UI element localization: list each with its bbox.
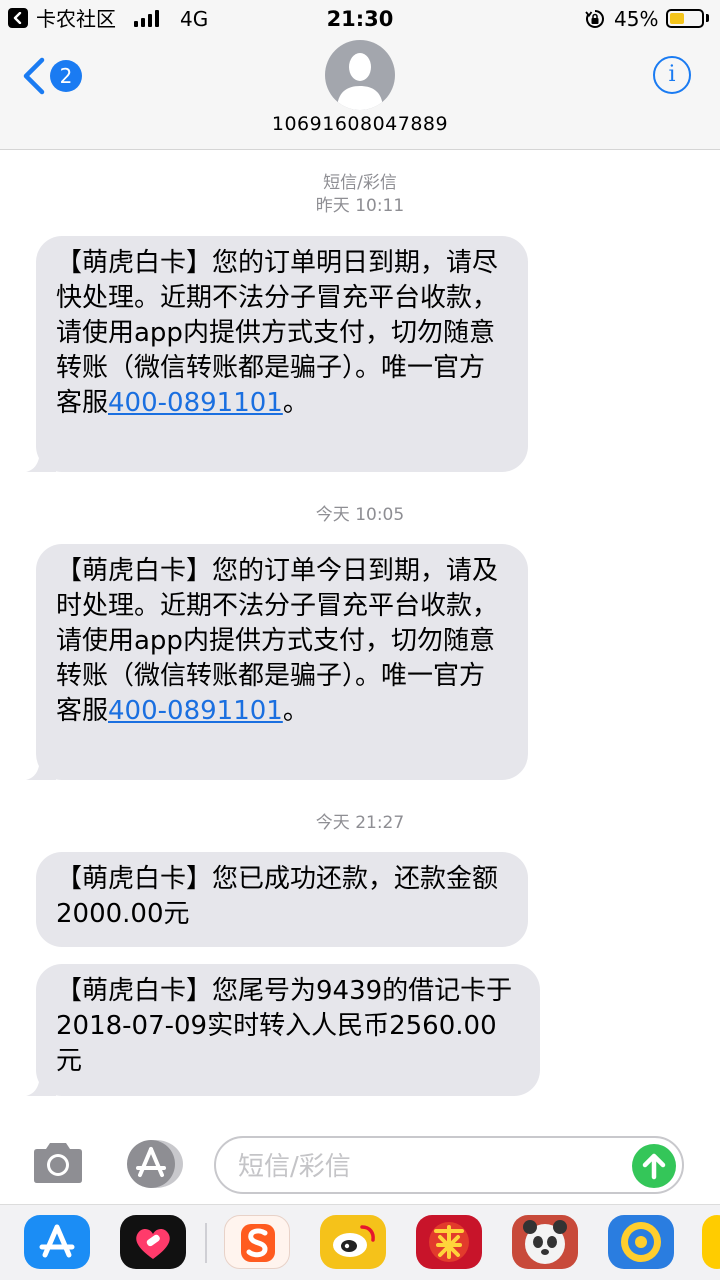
message-bubble[interactable]: 【萌虎白卡】您尾号为9439的借记卡于2018-07-09实时转入人民币2560… — [26, 964, 540, 1096]
message-bubble[interactable]: 【萌虎白卡】您的订单今日到期，请及时处理。近期不法分子冒充平台收款，请使用app… — [26, 544, 528, 780]
composer-bar: 短信/彩信 — [0, 1128, 720, 1204]
message-text: 【萌虎白卡】您尾号为9439的借记卡于2018-07-09实时转入人民币2560… — [56, 976, 513, 1076]
bubble-tail — [26, 448, 56, 472]
sogou-icon[interactable] — [224, 1215, 290, 1269]
battery-level — [670, 13, 684, 24]
panda-game-icon[interactable] — [512, 1215, 578, 1269]
unread-count-badge: 2 — [50, 60, 82, 92]
contact-number[interactable]: 10691608047889 — [0, 112, 720, 136]
message-text: 【萌虎白卡】您已成功还款，还款金额2000.00元 — [56, 864, 499, 929]
bubble-tail — [26, 1072, 56, 1096]
message-suffix: 。 — [282, 696, 309, 726]
drawer-separator — [205, 1223, 207, 1263]
info-button[interactable]: i — [653, 56, 691, 94]
clock: 21:30 — [326, 7, 394, 31]
message-input[interactable]: 短信/彩信 — [214, 1136, 684, 1194]
battery-percent: 45% — [614, 7, 659, 31]
message-bubble[interactable]: 【萌虎白卡】您已成功还款，还款金额2000.00元 — [36, 852, 528, 947]
chevron-left-icon — [23, 57, 45, 95]
battery-icon — [666, 9, 704, 28]
circle-app-icon[interactable] — [608, 1215, 674, 1269]
message-suffix: 。 — [282, 388, 309, 418]
phone-link[interactable]: 400-0891101 — [108, 696, 283, 726]
camera-icon[interactable] — [30, 1140, 86, 1186]
heart-app-icon[interactable] — [120, 1215, 186, 1269]
status-bar: 卡农社区 4G 21:30 45% — [0, 0, 720, 38]
timestamp: 今天 21:27 — [315, 813, 405, 833]
app-store-icon[interactable] — [122, 1138, 184, 1190]
person-silhouette-icon — [337, 53, 383, 110]
send-button[interactable] — [632, 1144, 676, 1188]
back-button[interactable]: 2 — [20, 56, 90, 96]
bubble-tail — [26, 756, 56, 780]
game-app-icon[interactable] — [416, 1215, 482, 1269]
rotation-lock-icon — [585, 10, 604, 28]
service-label: 短信/彩信 — [323, 173, 397, 193]
message-bubble[interactable]: 【萌虎白卡】您的订单明日到期，请尽快处理。近期不法分子冒充平台收款，请使用app… — [26, 236, 528, 472]
timestamp: 今天 10:05 — [315, 505, 405, 525]
timestamp: 昨天 10:11 — [315, 196, 405, 216]
contact-avatar[interactable] — [325, 40, 395, 110]
message-input-placeholder: 短信/彩信 — [238, 1152, 351, 1182]
app-drawer — [0, 1204, 720, 1280]
app-store-icon[interactable] — [24, 1215, 90, 1269]
partial-app-icon[interactable] — [702, 1215, 720, 1269]
weibo-icon[interactable] — [320, 1215, 386, 1269]
phone-link[interactable]: 400-0891101 — [108, 388, 283, 418]
conversation-header: 2 10691608047889 i — [0, 38, 720, 150]
arrow-up-icon — [642, 1153, 666, 1180]
battery-cap — [706, 14, 709, 22]
